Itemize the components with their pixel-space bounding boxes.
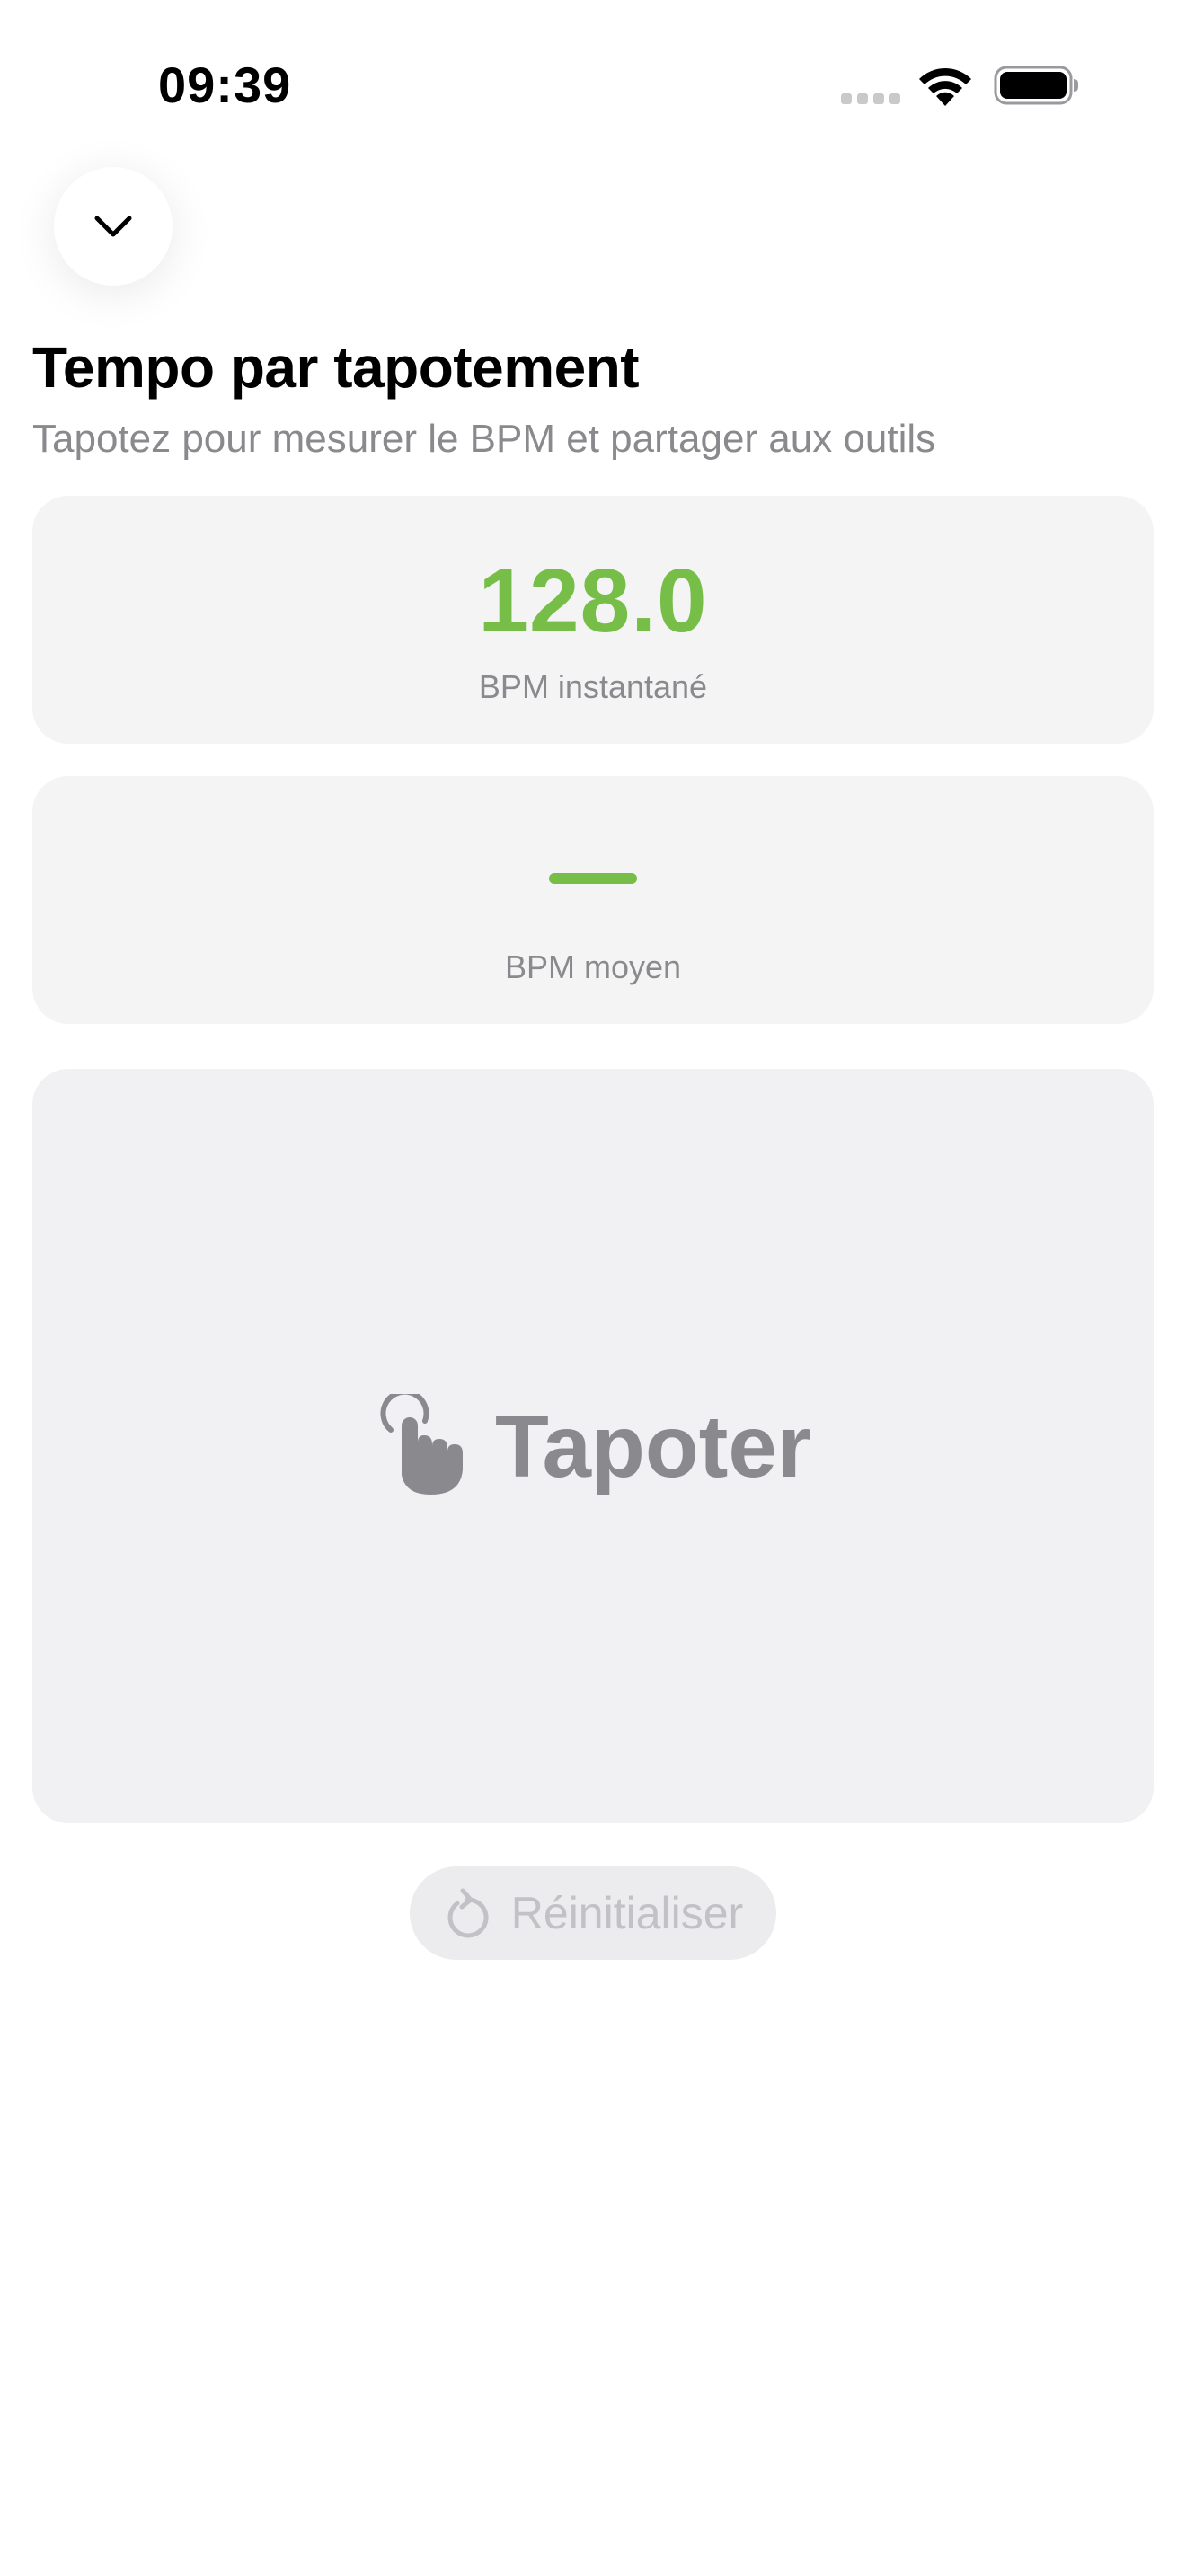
chevron-down-icon — [94, 216, 132, 237]
reset-label: Réinitialiser — [510, 1888, 744, 1938]
status-time: 09:39 — [158, 57, 292, 113]
reset-icon — [447, 1888, 489, 1938]
signal-dots-icon — [841, 93, 900, 104]
page-subtitle: Tapotez pour mesurer le BPM et partager … — [32, 417, 936, 461]
tap-button[interactable]: Tapoter — [32, 1069, 1154, 1823]
status-bar: 09:39 — [0, 0, 1186, 162]
hand-tap-icon — [380, 1394, 463, 1495]
battery-icon — [994, 66, 1078, 105]
page-title: Tempo par tapotement — [32, 335, 640, 400]
instant-bpm-value: 128.0 — [478, 551, 708, 651]
average-bpm-placeholder-dash — [549, 873, 637, 884]
tap-label: Tapoter — [494, 1396, 812, 1495]
average-bpm-label: BPM moyen — [504, 948, 682, 985]
instant-bpm-label: BPM instantané — [478, 668, 708, 705]
wifi-icon — [919, 67, 971, 106]
reset-button[interactable]: Réinitialiser — [410, 1866, 776, 1960]
average-bpm-card: BPM moyen — [32, 776, 1154, 1024]
instant-bpm-card: 128.0 BPM instantané — [32, 496, 1154, 744]
collapse-button[interactable] — [54, 167, 173, 286]
